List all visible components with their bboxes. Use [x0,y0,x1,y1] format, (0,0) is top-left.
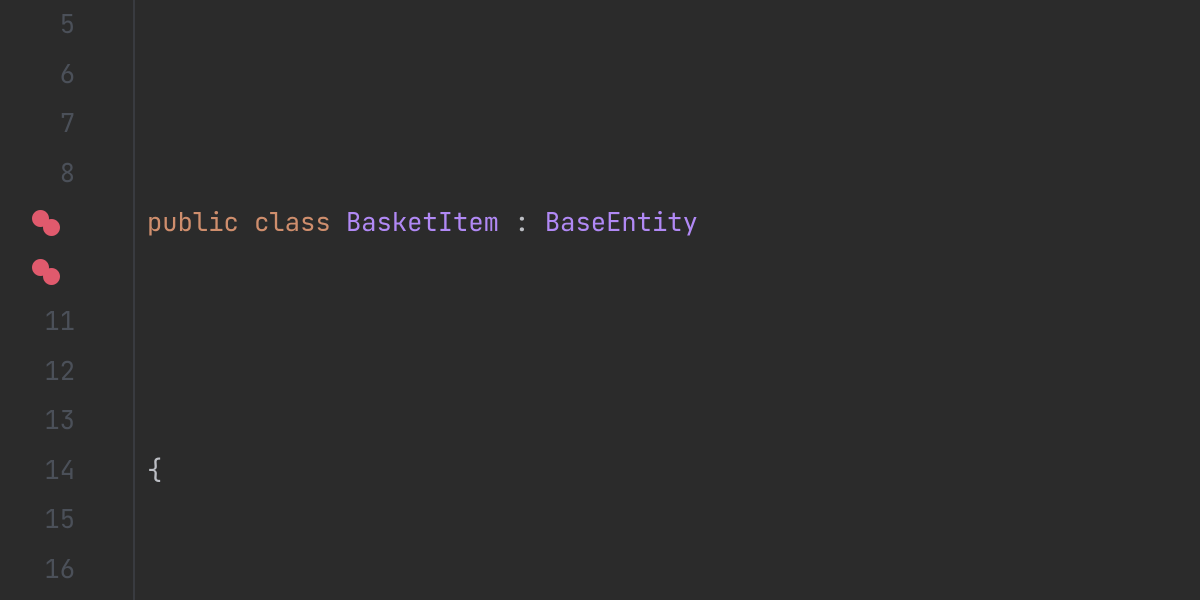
type-name: BasketItem [346,198,499,248]
breakpoint-dots-icon [32,259,62,285]
code-line[interactable]: public class BasketItem : BaseEntity [147,198,1200,248]
code-line[interactable]: { [147,446,1200,496]
line-number: 8 [0,149,133,199]
base-type: BaseEntity [545,198,698,248]
breakpoint-dots-icon [32,210,62,236]
line-number: 16 [0,545,133,595]
line-number: 6 [0,50,133,100]
keyword: public [147,198,239,248]
line-number [0,248,133,298]
line-number: 5 [0,0,133,50]
line-number: 12 [0,347,133,397]
line-number: 13 [0,396,133,446]
line-number: 14 [0,446,133,496]
line-numbers: 5 6 7 8 11 12 13 14 15 16 [0,0,133,594]
keyword: class [254,198,331,248]
line-number: 11 [0,297,133,347]
code-area[interactable]: public class BasketItem : BaseEntity { p… [135,0,1200,600]
brace-open: { [147,446,162,496]
line-number [0,198,133,248]
line-number: 15 [0,495,133,545]
gutter[interactable]: 5 6 7 8 11 12 13 14 15 16 [0,0,135,600]
breakpoint-marker[interactable] [28,248,66,298]
code-editor[interactable]: 5 6 7 8 11 12 13 14 15 16 public class B… [0,0,1200,600]
breakpoint-marker[interactable] [28,198,66,248]
line-number: 7 [0,99,133,149]
